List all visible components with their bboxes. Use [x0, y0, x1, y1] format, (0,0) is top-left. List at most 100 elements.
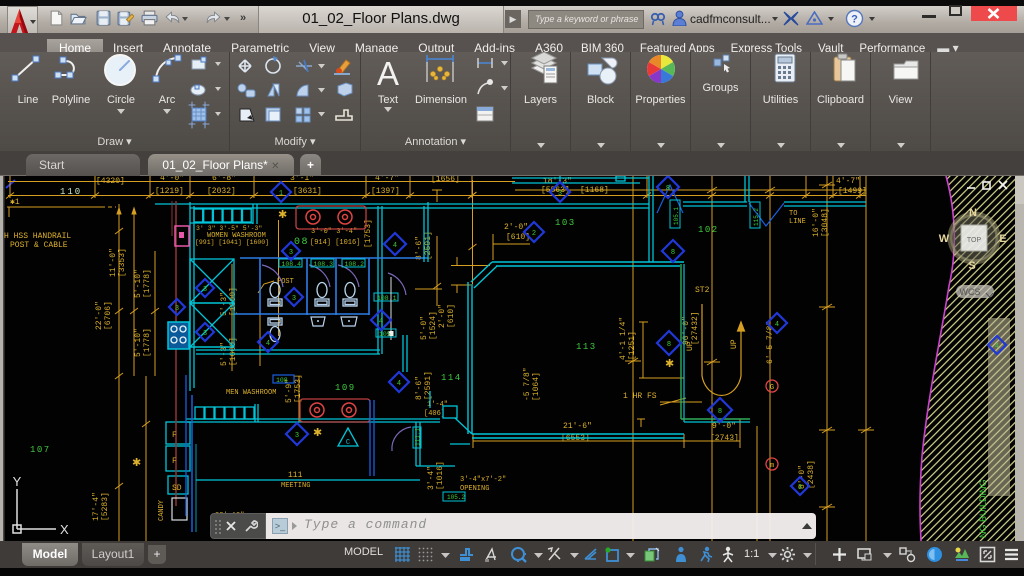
svg-text:11'-0": 11'-0" — [109, 248, 118, 277]
svg-text:22'-0": 22'-0" — [95, 301, 104, 330]
svg-text:8: 8 — [671, 249, 675, 257]
svg-text:[1168]: [1168] — [580, 186, 609, 195]
svg-text:4: 4 — [393, 242, 397, 250]
svg-text:✱: ✱ — [665, 358, 674, 370]
svg-text:17'-4": 17'-4" — [92, 492, 101, 521]
svg-text:108: 108 — [276, 377, 288, 384]
svg-text:105.1: 105.1 — [673, 207, 680, 225]
svg-text:[1524]: [1524] — [429, 311, 438, 340]
svg-text:90'-0": 90'-0" — [682, 316, 691, 345]
svg-text:3'-4": 3'-4" — [427, 466, 436, 490]
svg-text:WCS: WCS — [960, 287, 981, 297]
svg-text:[3631]: [3631] — [293, 187, 322, 196]
svg-text:3'-1": 3'-1" — [290, 176, 314, 183]
svg-text:[3353]: [3353] — [118, 248, 127, 277]
svg-text:?: ? — [851, 14, 858, 26]
svg-text:4: 4 — [775, 321, 779, 329]
svg-text:3: 3 — [203, 286, 207, 294]
svg-text:111: 111 — [288, 471, 303, 480]
svg-text:2'-0": 2'-0" — [438, 304, 447, 328]
svg-text:[1499]: [1499] — [838, 187, 867, 196]
svg-text:[2032]: [2032] — [207, 187, 236, 196]
svg-text:✱: ✱ — [278, 209, 287, 221]
svg-text:16'-0": 16'-0" — [812, 208, 821, 237]
svg-text:[1251]: [1251] — [628, 331, 637, 360]
svg-text:E: E — [999, 233, 1006, 245]
svg-text:21'-6": 21'-6" — [563, 422, 592, 431]
svg-text:POST: POST — [277, 278, 294, 286]
svg-text:3' 3" 3'-5" 5'-3": 3' 3" 3'-5" 5'-3" — [196, 225, 262, 232]
svg-text:2: 2 — [532, 230, 536, 238]
svg-text:9'-0": 9'-0" — [712, 422, 736, 431]
svg-text:[914] [1016]: [914] [1016] — [310, 239, 360, 247]
svg-text:4: 4 — [379, 318, 383, 326]
svg-text:107: 107 — [30, 445, 51, 455]
svg-text:[3048]: [3048] — [821, 208, 830, 237]
svg-text:Circle: Circle — [107, 94, 135, 106]
svg-text:3: 3 — [203, 330, 207, 338]
svg-text:POST & CABLE: POST & CABLE — [10, 241, 68, 250]
svg-text:4'-7": 4'-7" — [375, 176, 399, 183]
svg-text:114: 114 — [441, 373, 462, 383]
svg-text:103: 103 — [555, 218, 576, 228]
svg-text:MEN WASHROOM: MEN WASHROOM — [226, 389, 276, 397]
svg-text:✱1: ✱1 — [10, 198, 20, 207]
svg-text:102: 102 — [698, 225, 719, 235]
svg-text:[5283]: [5283] — [101, 492, 110, 521]
svg-text:115.2: 115.2 — [753, 208, 760, 226]
svg-text:[2591]: [2591] — [424, 371, 433, 400]
svg-text:F: F — [172, 431, 177, 440]
svg-text:S: S — [968, 260, 975, 272]
svg-text:4'-0": 4'-0" — [160, 176, 184, 183]
svg-text:Arc: Arc — [159, 94, 176, 106]
svg-text:108.4: 108.4 — [282, 261, 302, 268]
svg-text:H HSS HANDRAIL: H HSS HANDRAIL — [4, 232, 71, 241]
svg-text:TOP: TOP — [967, 237, 982, 244]
svg-text:4'-1 1/4": 4'-1 1/4" — [619, 317, 628, 360]
svg-text:5'-10": 5'-10" — [134, 269, 143, 298]
svg-text:6'-8": 6'-8" — [212, 176, 236, 183]
svg-text:-5 7/8": -5 7/8" — [523, 367, 532, 401]
svg-text:✱: ✱ — [132, 457, 141, 469]
svg-text:[1064]: [1064] — [532, 372, 541, 401]
svg-text:W: W — [939, 233, 950, 245]
svg-text:105: 105 — [379, 331, 391, 338]
svg-text:✱: ✱ — [313, 427, 322, 439]
svg-text:NG BUILDING: NG BUILDING — [978, 479, 988, 538]
svg-text:1 HR FS: 1 HR FS — [623, 392, 657, 401]
svg-text:[4320]: [4320] — [96, 177, 125, 186]
svg-text:Polyline: Polyline — [52, 94, 91, 106]
svg-text:UP: UP — [730, 339, 739, 349]
svg-text:[1778]: [1778] — [143, 328, 152, 357]
svg-text:[6706]: [6706] — [104, 301, 113, 330]
svg-text:[27432]: [27432] — [691, 311, 700, 345]
svg-text:108.2: 108.2 — [345, 261, 365, 268]
svg-text:8'-6": 8'-6" — [415, 376, 424, 400]
svg-text:5'-10": 5'-10" — [134, 328, 143, 357]
svg-text:110: 110 — [60, 187, 82, 197]
svg-text:3: 3 — [798, 484, 802, 492]
svg-text:[2743]: [2743] — [710, 434, 739, 443]
svg-text:3: 3 — [295, 432, 299, 440]
svg-text:F: F — [172, 457, 177, 466]
svg-text:C: C — [346, 439, 350, 447]
svg-text:4: 4 — [995, 343, 999, 351]
svg-text:Line: Line — [18, 94, 39, 106]
svg-text:111.1: 111.1 — [415, 428, 422, 446]
svg-text:X: X — [60, 522, 69, 537]
svg-text:5'-0": 5'-0" — [420, 316, 429, 340]
svg-text:105.2: 105.2 — [447, 494, 465, 501]
svg-text:4: 4 — [397, 380, 401, 388]
svg-text:ST2: ST2 — [695, 286, 710, 295]
svg-text:[406]: [406] — [424, 410, 445, 418]
svg-text:TO: TO — [789, 210, 797, 218]
svg-text:3: 3 — [558, 190, 562, 198]
svg-text:Y: Y — [13, 474, 22, 489]
svg-text:N: N — [969, 207, 977, 219]
svg-text:[1778]: [1778] — [143, 269, 152, 298]
svg-text:[991] [1041] [1600]: [991] [1041] [1600] — [195, 239, 269, 246]
svg-text:113: 113 — [576, 342, 597, 352]
svg-text:Dimension: Dimension — [415, 94, 467, 106]
svg-text:LINE: LINE — [789, 218, 806, 226]
svg-text:3'-4"x7'-2": 3'-4"x7'-2" — [460, 476, 506, 484]
